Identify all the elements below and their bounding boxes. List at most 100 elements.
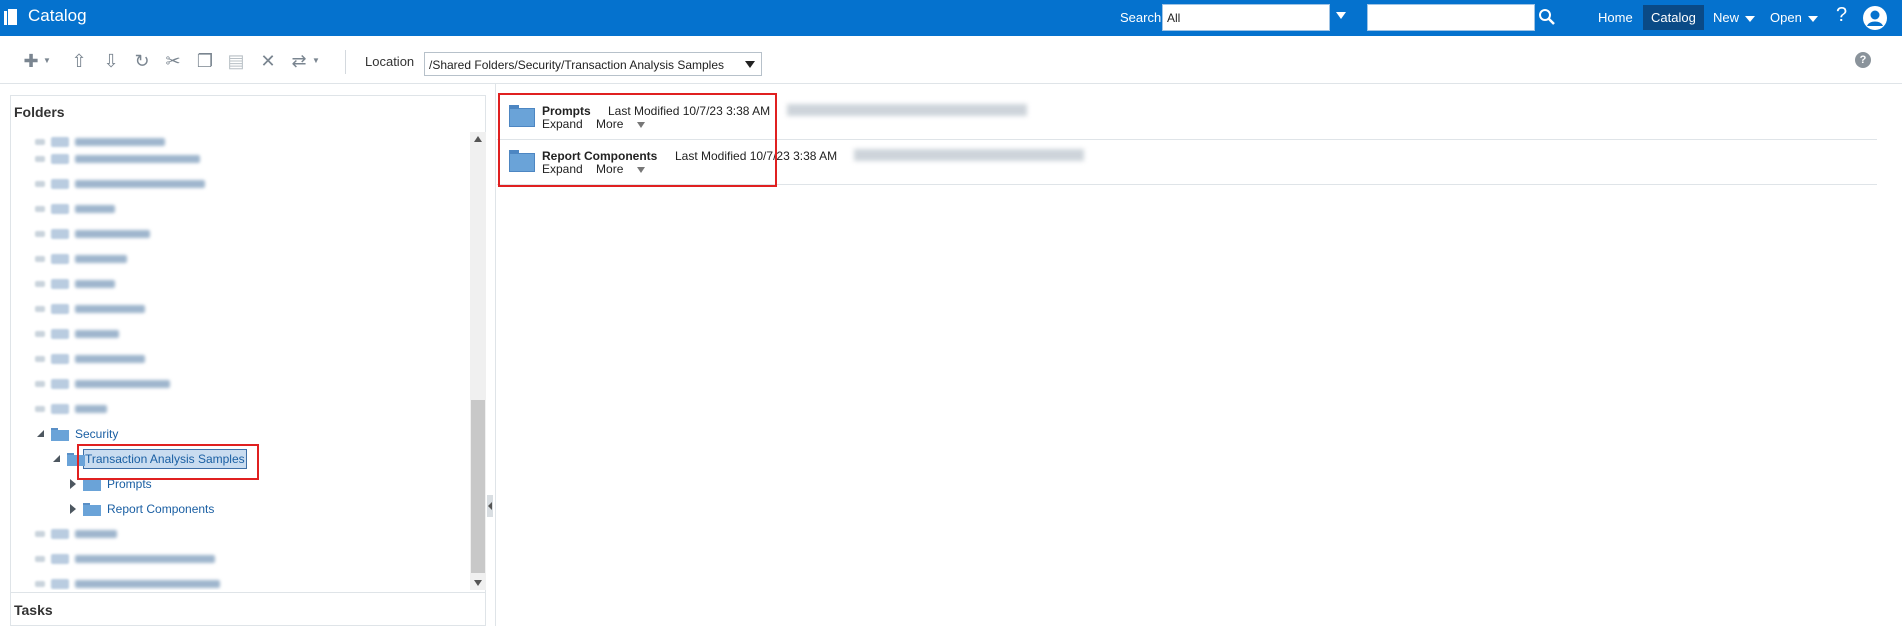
folder-icon [51,404,69,414]
expander [35,281,45,287]
tree-item-redacted[interactable] [35,149,200,169]
folder-icon [51,354,69,364]
copy-icon[interactable]: ❐ [194,50,216,72]
tree-scrollbar[interactable] [470,132,486,590]
search-icon[interactable] [1538,8,1556,26]
tasks-title[interactable]: Tasks [14,602,53,618]
download-icon[interactable]: ⇩ [100,50,122,72]
redacted-label [75,230,150,238]
upload-icon[interactable]: ⇧ [68,50,90,72]
tree-item-redacted[interactable] [35,374,170,394]
chevron-down-icon[interactable] [1336,12,1346,19]
expander [35,556,45,562]
divider [11,592,485,593]
folder-tree: Security Transaction Analysis Samples Pr… [11,132,469,590]
expander [35,156,45,162]
nav-catalog-link[interactable]: Catalog [1643,5,1704,30]
folder-icon [51,179,69,189]
redacted-label [75,580,220,588]
tree-item-redacted[interactable] [35,324,119,344]
item-owner-redacted [787,104,1027,116]
scroll-thumb[interactable] [471,400,485,573]
highlight-box [77,444,259,480]
nav-open-label: Open [1770,10,1802,25]
divider [495,84,496,626]
tree-item-label[interactable]: Security [75,427,118,441]
paste-icon[interactable]: ▤ [225,50,247,72]
help-icon[interactable]: ? [1855,52,1871,68]
location-value: /Shared Folders/Security/Transaction Ana… [429,58,725,72]
tree-item-redacted[interactable] [35,199,115,219]
chevron-down-icon [1807,15,1818,22]
tree-item-redacted[interactable] [35,299,145,319]
folder-icon [51,304,69,314]
expander [35,181,45,187]
redacted-label [75,405,107,413]
scroll-up-icon[interactable] [474,136,482,142]
redacted-label [75,305,145,313]
cut-icon[interactable]: ✂ [162,50,184,72]
expander [35,206,45,212]
folder-icon [51,427,69,441]
expander [35,231,45,237]
folder-icon [83,502,101,516]
nav-open-menu[interactable]: Open [1770,10,1818,25]
folder-icon [51,579,69,589]
search-input[interactable] [1367,4,1535,31]
folder-icon [51,554,69,564]
tree-item-report-components[interactable]: Report Components [67,499,214,519]
tree-item-security[interactable]: Security [35,424,118,444]
folder-icon [51,137,69,147]
chevron-down-icon [1745,15,1756,22]
folder-icon [51,529,69,539]
pane-splitter[interactable] [487,495,493,517]
tree-item-redacted[interactable] [35,399,107,419]
redacted-label [75,255,127,263]
nav-new-menu[interactable]: New [1713,10,1756,25]
tree-item-redacted[interactable] [35,224,150,244]
tree-item-redacted[interactable] [35,524,117,544]
help-link[interactable]: ? [1836,4,1847,27]
redacted-label [75,155,200,163]
redacted-label [75,530,117,538]
header-bar: Catalog Search All Home Catalog New Open… [0,0,1902,36]
expander [35,139,45,145]
tree-item-redacted[interactable] [35,549,215,569]
redacted-label [75,330,119,338]
nav-new-label: New [1713,10,1740,25]
location-label: Location [365,54,415,69]
search-label: Search [1120,10,1162,25]
search-scope-select[interactable]: All [1162,4,1330,31]
redacted-label [75,180,205,188]
expander [35,381,45,387]
redacted-label [75,555,215,563]
refresh-icon[interactable]: ↻ [131,50,153,72]
user-avatar-icon[interactable] [1862,5,1888,31]
catalog-toolbar: ✚ ▼ ⇧ ⇩ ↻ ✂ ❐ ▤ ✕ ⇄ ▼ Location /Shared F… [0,44,1902,84]
expander [35,581,45,587]
folder-icon [51,379,69,389]
expander [35,356,45,362]
tree-item-redacted[interactable] [35,349,145,369]
chevron-down-icon[interactable]: ▼ [36,50,58,72]
delete-icon[interactable]: ✕ [257,50,279,72]
catalog-icon [4,9,17,25]
collapse-icon[interactable] [35,428,47,440]
nav-home-link[interactable]: Home [1598,10,1633,25]
tree-item-redacted[interactable] [35,574,220,590]
chevron-down-icon[interactable]: ▼ [305,50,327,72]
redacted-label [75,380,170,388]
tree-item-label[interactable]: Report Components [107,502,214,516]
location-select[interactable]: /Shared Folders/Security/Transaction Ana… [424,52,762,76]
tree-item-redacted[interactable] [35,174,205,194]
expand-icon[interactable] [67,503,79,515]
tree-item-redacted[interactable] [35,274,115,294]
toolbar-separator [345,50,346,74]
scroll-down-icon[interactable] [474,580,482,586]
chevron-down-icon [745,61,755,68]
folder-icon [51,154,69,164]
tree-item-redacted[interactable] [35,249,127,269]
folder-icon [51,254,69,264]
folder-icon [51,329,69,339]
collapse-icon[interactable] [51,453,63,465]
